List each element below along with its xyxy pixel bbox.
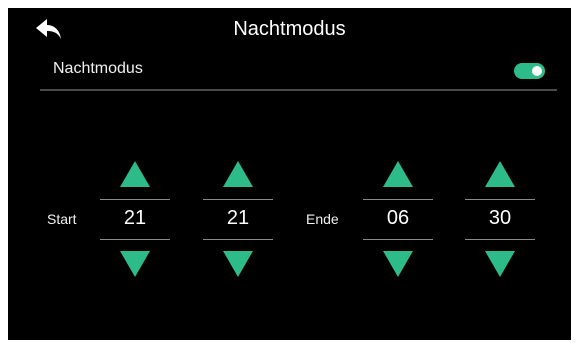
start-hour-down-button[interactable]: [120, 251, 150, 277]
triangle-up-icon: [485, 161, 515, 187]
end-hour-spinner: 06: [363, 158, 433, 288]
triangle-down-icon: [485, 251, 515, 277]
start-minute-value[interactable]: 21: [203, 207, 273, 230]
triangle-down-icon: [223, 251, 253, 277]
start-minute-spinner: 21: [203, 158, 273, 288]
end-minute-down-button[interactable]: [485, 251, 515, 277]
value-line-top: [465, 199, 535, 200]
value-line-top: [100, 199, 170, 200]
end-label: Ende: [306, 211, 339, 227]
triangle-up-icon: [383, 161, 413, 187]
start-label: Start: [47, 211, 77, 227]
end-hour-value[interactable]: 06: [363, 207, 433, 230]
start-minute-up-button[interactable]: [223, 161, 253, 187]
toggle-knob: [532, 66, 542, 76]
start-hour-spinner: 21: [100, 158, 170, 288]
triangle-up-icon: [120, 161, 150, 187]
value-line-bottom: [203, 239, 273, 240]
triangle-down-icon: [120, 251, 150, 277]
night-mode-screen: Nachtmodus Nachtmodus Start 21 21 Ende 0…: [8, 8, 571, 340]
page-title: Nachtmodus: [233, 18, 346, 40]
night-mode-label: Nachtmodus: [53, 60, 143, 77]
end-minute-up-button[interactable]: [485, 161, 515, 187]
divider: [40, 89, 557, 91]
end-minute-spinner: 30: [465, 158, 535, 288]
end-hour-down-button[interactable]: [383, 251, 413, 277]
triangle-down-icon: [383, 251, 413, 277]
value-line-bottom: [465, 239, 535, 240]
start-minute-down-button[interactable]: [223, 251, 253, 277]
value-line-bottom: [100, 239, 170, 240]
night-mode-toggle[interactable]: [514, 63, 545, 79]
value-line-top: [203, 199, 273, 200]
end-hour-up-button[interactable]: [383, 161, 413, 187]
value-line-top: [363, 199, 433, 200]
triangle-up-icon: [223, 161, 253, 187]
end-minute-value[interactable]: 30: [465, 207, 535, 230]
value-line-bottom: [363, 239, 433, 240]
start-hour-up-button[interactable]: [120, 161, 150, 187]
start-hour-value[interactable]: 21: [100, 207, 170, 230]
